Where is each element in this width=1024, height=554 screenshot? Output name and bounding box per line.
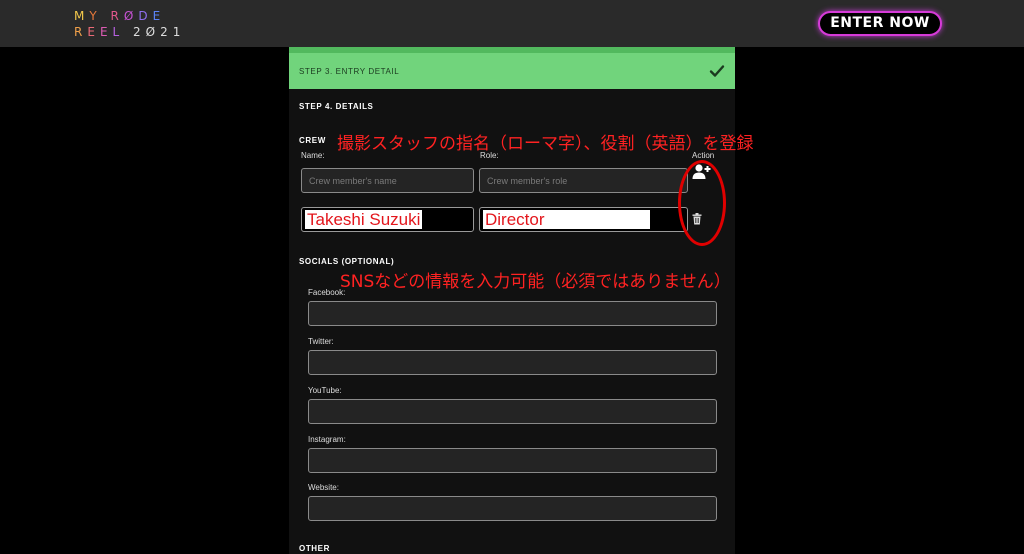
other-title: OTHER — [299, 544, 330, 553]
logo-year: 2Ø21 — [133, 25, 186, 39]
check-icon — [709, 65, 725, 77]
crew-row-name[interactable]: Takeshi Suzuki — [301, 207, 474, 232]
logo[interactable]: MY RØDE REEL 2Ø21 — [74, 8, 185, 40]
twitter-label: Twitter: — [308, 337, 334, 346]
crew-name-input[interactable] — [301, 168, 474, 193]
facebook-input[interactable] — [308, 301, 717, 326]
action-column-label: Action — [692, 151, 715, 160]
step-3-label: STEP 3. ENTRY DETAIL — [299, 67, 400, 76]
twitter-input[interactable] — [308, 350, 717, 375]
youtube-input[interactable] — [308, 399, 717, 424]
instagram-input[interactable] — [308, 448, 717, 473]
logo-line-1: MY RØDE — [74, 9, 166, 23]
crew-title: CREW — [299, 136, 326, 145]
crew-role-input[interactable] — [479, 168, 688, 193]
logo-line-2: REEL 2Ø21 — [74, 25, 186, 39]
crew-row-name-value: Takeshi Suzuki — [305, 210, 423, 229]
socials-title: SOCIALS (OPTIONAL) — [299, 257, 395, 266]
website-input[interactable] — [308, 496, 717, 521]
top-bar: MY RØDE REEL 2Ø21 ENTER NOW — [0, 0, 1024, 47]
instagram-label: Instagram: — [308, 435, 346, 444]
step-3-bar[interactable]: STEP 3. ENTRY DETAIL — [289, 47, 735, 89]
action-highlight-circle — [678, 160, 726, 246]
youtube-label: YouTube: — [308, 386, 342, 395]
role-column-label: Role: — [480, 151, 499, 160]
name-column-label: Name: — [301, 151, 325, 160]
crew-row-role[interactable]: Director — [479, 207, 688, 232]
step-4-title: STEP 4. DETAILS — [299, 102, 374, 111]
enter-now-button[interactable]: ENTER NOW — [818, 11, 942, 36]
facebook-label: Facebook: — [308, 288, 346, 297]
socials-annotation: SNSなどの情報を入力可能（必須ではありません） — [340, 272, 731, 292]
crew-row-role-value: Director — [483, 210, 650, 229]
website-label: Website: — [308, 483, 339, 492]
